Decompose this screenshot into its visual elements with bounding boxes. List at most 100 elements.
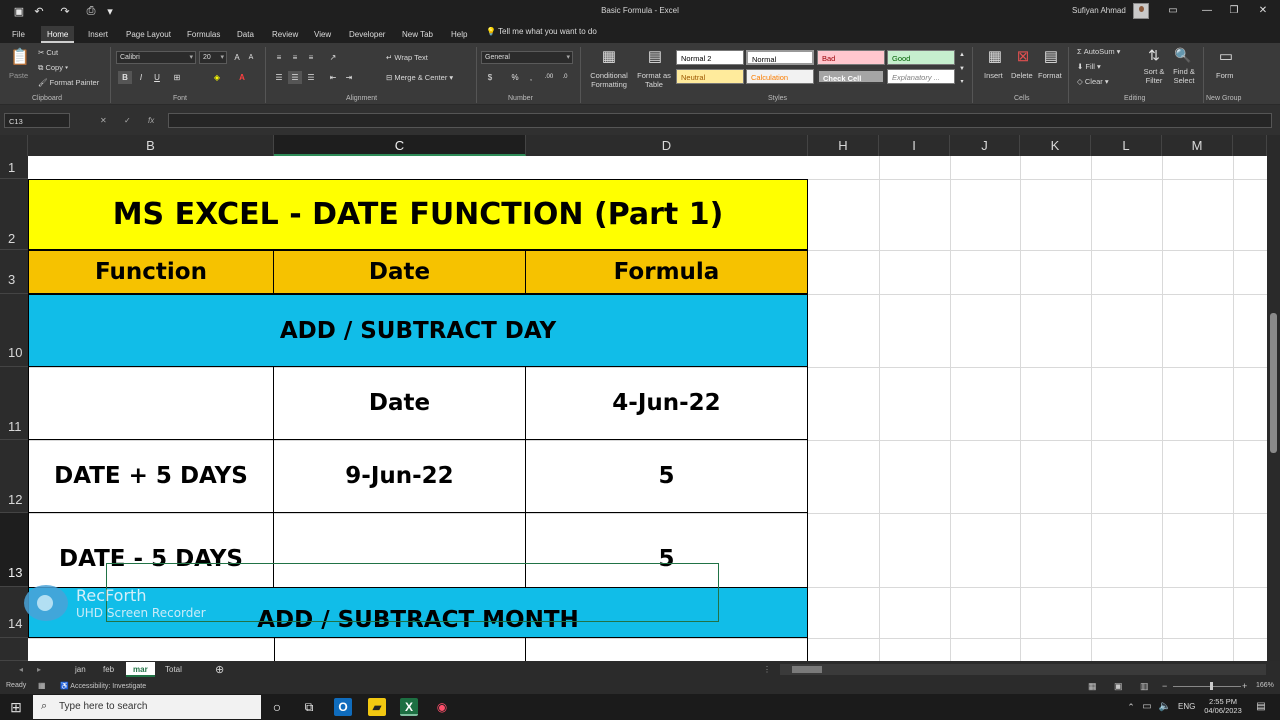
zoom-level[interactable]: 166% bbox=[1256, 682, 1274, 689]
percent-icon[interactable]: % bbox=[508, 71, 522, 84]
merge-center-button[interactable]: ⊟ Merge & Center ▾ bbox=[386, 73, 453, 82]
minimize-icon[interactable]: — bbox=[1199, 3, 1215, 19]
tab-insert[interactable]: Insert bbox=[82, 26, 114, 43]
cut-button[interactable]: ✂ Cut bbox=[38, 48, 58, 57]
page-break-view-icon[interactable]: ▥ bbox=[1140, 681, 1149, 692]
comma-icon[interactable]: , bbox=[524, 71, 538, 84]
row-header-12[interactable]: 12 bbox=[0, 440, 28, 513]
row-header-14[interactable]: 14 bbox=[0, 587, 28, 638]
cell-c11[interactable]: Date bbox=[274, 367, 526, 440]
header-cell-function[interactable]: Function bbox=[28, 250, 274, 294]
row-header-2[interactable]: 2 bbox=[0, 179, 28, 250]
wrap-text-button[interactable]: ↵ Wrap Text bbox=[386, 53, 428, 62]
normal-view-icon[interactable]: ▦ bbox=[1088, 681, 1097, 692]
align-top-icon[interactable]: ≡ bbox=[272, 51, 286, 64]
cell-b12[interactable]: DATE + 5 DAYS bbox=[28, 440, 274, 513]
task-view-icon[interactable]: ⧉ bbox=[300, 698, 318, 716]
font-name-select[interactable]: Calibri bbox=[116, 51, 196, 64]
find-select-icon[interactable]: 🔍 bbox=[1174, 47, 1192, 64]
row-header-13[interactable]: 13 bbox=[0, 513, 28, 587]
next-sheet-icon[interactable]: ▸ bbox=[30, 662, 48, 677]
row-header-3[interactable]: 3 bbox=[0, 250, 28, 294]
zoom-out-icon[interactable]: − bbox=[1162, 681, 1167, 691]
format-as-table-icon[interactable]: ▤ bbox=[644, 47, 666, 65]
name-box[interactable]: C13 bbox=[4, 113, 70, 128]
close-icon[interactable]: ✕ bbox=[1255, 3, 1271, 19]
cancel-icon[interactable]: ✕ bbox=[100, 116, 107, 125]
tab-data[interactable]: Data bbox=[231, 26, 260, 43]
sheet-title-cell[interactable]: MS EXCEL - DATE FUNCTION (Part 1) bbox=[28, 179, 808, 250]
currency-icon[interactable]: $ bbox=[483, 71, 497, 84]
tab-home[interactable]: Home bbox=[41, 26, 75, 43]
horizontal-scroll-thumb[interactable] bbox=[792, 666, 822, 673]
style-explanatory[interactable]: Explanatory ... bbox=[887, 69, 955, 84]
ribbon-display-icon[interactable]: ▭ bbox=[1165, 3, 1181, 19]
style-good[interactable]: Good bbox=[887, 50, 955, 65]
sort-filter-icon[interactable]: ⇅ bbox=[1145, 47, 1163, 64]
style-check-cell[interactable]: Check Cell bbox=[817, 69, 885, 84]
language-indicator[interactable]: ENG bbox=[1178, 702, 1195, 711]
user-name[interactable]: Sufiyan Ahmad bbox=[1072, 6, 1126, 15]
avatar[interactable] bbox=[1133, 3, 1149, 19]
format-cells-icon[interactable]: ▤ bbox=[1041, 47, 1061, 65]
row-header-1[interactable]: 1 bbox=[0, 156, 28, 179]
column-header-n[interactable] bbox=[1233, 135, 1267, 156]
underline-button[interactable]: U bbox=[150, 71, 164, 84]
column-header-k[interactable]: K bbox=[1020, 135, 1091, 156]
find-select-label[interactable]: Find & Select bbox=[1168, 67, 1200, 85]
align-right-icon[interactable]: ☰ bbox=[304, 71, 318, 84]
format-cells-label[interactable]: Format bbox=[1038, 71, 1062, 80]
style-normal-2[interactable]: Normal 2 bbox=[676, 50, 744, 65]
insert-cells-label[interactable]: Insert bbox=[984, 71, 1003, 80]
style-calculation[interactable]: Calculation bbox=[746, 69, 814, 84]
sticky-notes-icon[interactable]: ▰ bbox=[368, 698, 386, 716]
tab-help[interactable]: Help bbox=[445, 26, 473, 43]
accessibility-status[interactable]: ♿ Accessibility: Investigate bbox=[60, 682, 146, 690]
column-header-i[interactable]: I bbox=[879, 135, 950, 156]
form-label[interactable]: Form bbox=[1216, 71, 1234, 80]
decrease-indent-icon[interactable]: ⇤ bbox=[326, 71, 340, 84]
column-header-h[interactable]: H bbox=[808, 135, 879, 156]
align-left-icon[interactable]: ☰ bbox=[272, 71, 286, 84]
tab-file[interactable]: File bbox=[6, 26, 31, 43]
taskbar-search-box[interactable]: ⌕ Type here to search bbox=[33, 695, 261, 719]
increase-indent-icon[interactable]: ⇥ bbox=[342, 71, 356, 84]
clear-button[interactable]: ◇ Clear ▾ bbox=[1077, 77, 1109, 86]
autosum-button[interactable]: Σ AutoSum ▾ bbox=[1077, 47, 1120, 56]
column-header-d[interactable]: D bbox=[526, 135, 808, 156]
bold-button[interactable]: B bbox=[118, 71, 132, 84]
format-as-table-label[interactable]: Format as Table bbox=[634, 71, 674, 89]
cell-d12[interactable]: 5 bbox=[526, 440, 808, 513]
increase-decimal-icon[interactable]: .00 bbox=[542, 71, 556, 84]
vertical-scrollbar[interactable] bbox=[1267, 135, 1280, 661]
tell-me-search[interactable]: 💡 Tell me what you want to do bbox=[486, 27, 597, 36]
excel-taskbar-icon[interactable]: X bbox=[400, 698, 418, 716]
recorder-taskbar-icon[interactable]: ◉ bbox=[433, 698, 451, 716]
column-header-l[interactable]: L bbox=[1091, 135, 1162, 156]
select-all-corner[interactable] bbox=[0, 135, 28, 156]
sort-filter-label[interactable]: Sort & Filter bbox=[1138, 67, 1170, 85]
column-header-c[interactable]: C bbox=[274, 135, 526, 156]
orientation-icon[interactable]: ↗ bbox=[326, 51, 340, 64]
style-normal[interactable]: Normal bbox=[746, 50, 814, 65]
sheet-tab-feb[interactable]: feb bbox=[96, 662, 121, 677]
windows-start-icon[interactable]: ⊞ bbox=[7, 698, 25, 716]
tab-page-layout[interactable]: Page Layout bbox=[120, 26, 177, 43]
borders-icon[interactable]: ⊞ bbox=[170, 71, 184, 84]
zoom-slider-thumb[interactable] bbox=[1210, 682, 1213, 690]
cell-c12[interactable]: 9-Jun-22 bbox=[274, 440, 526, 513]
horizontal-scrollbar[interactable] bbox=[780, 664, 1266, 675]
zoom-in-icon[interactable]: + bbox=[1242, 681, 1247, 691]
font-size-select[interactable]: 20 bbox=[199, 51, 227, 64]
row-header-10[interactable]: 10 bbox=[0, 294, 28, 367]
column-header-m[interactable]: M bbox=[1162, 135, 1233, 156]
fill-button[interactable]: ⬇ Fill ▾ bbox=[1077, 62, 1101, 71]
formula-input[interactable] bbox=[168, 113, 1272, 128]
italic-button[interactable]: I bbox=[134, 71, 148, 84]
sheet-tab-jan[interactable]: jan bbox=[68, 662, 93, 677]
align-center-icon[interactable]: ☰ bbox=[288, 71, 302, 84]
paste-icon[interactable]: 📋 bbox=[10, 47, 30, 67]
styles-more-icon[interactable]: ▾ bbox=[958, 76, 966, 89]
volume-icon[interactable]: 🔈 bbox=[1156, 698, 1174, 716]
cortana-icon[interactable]: ○ bbox=[268, 698, 286, 716]
